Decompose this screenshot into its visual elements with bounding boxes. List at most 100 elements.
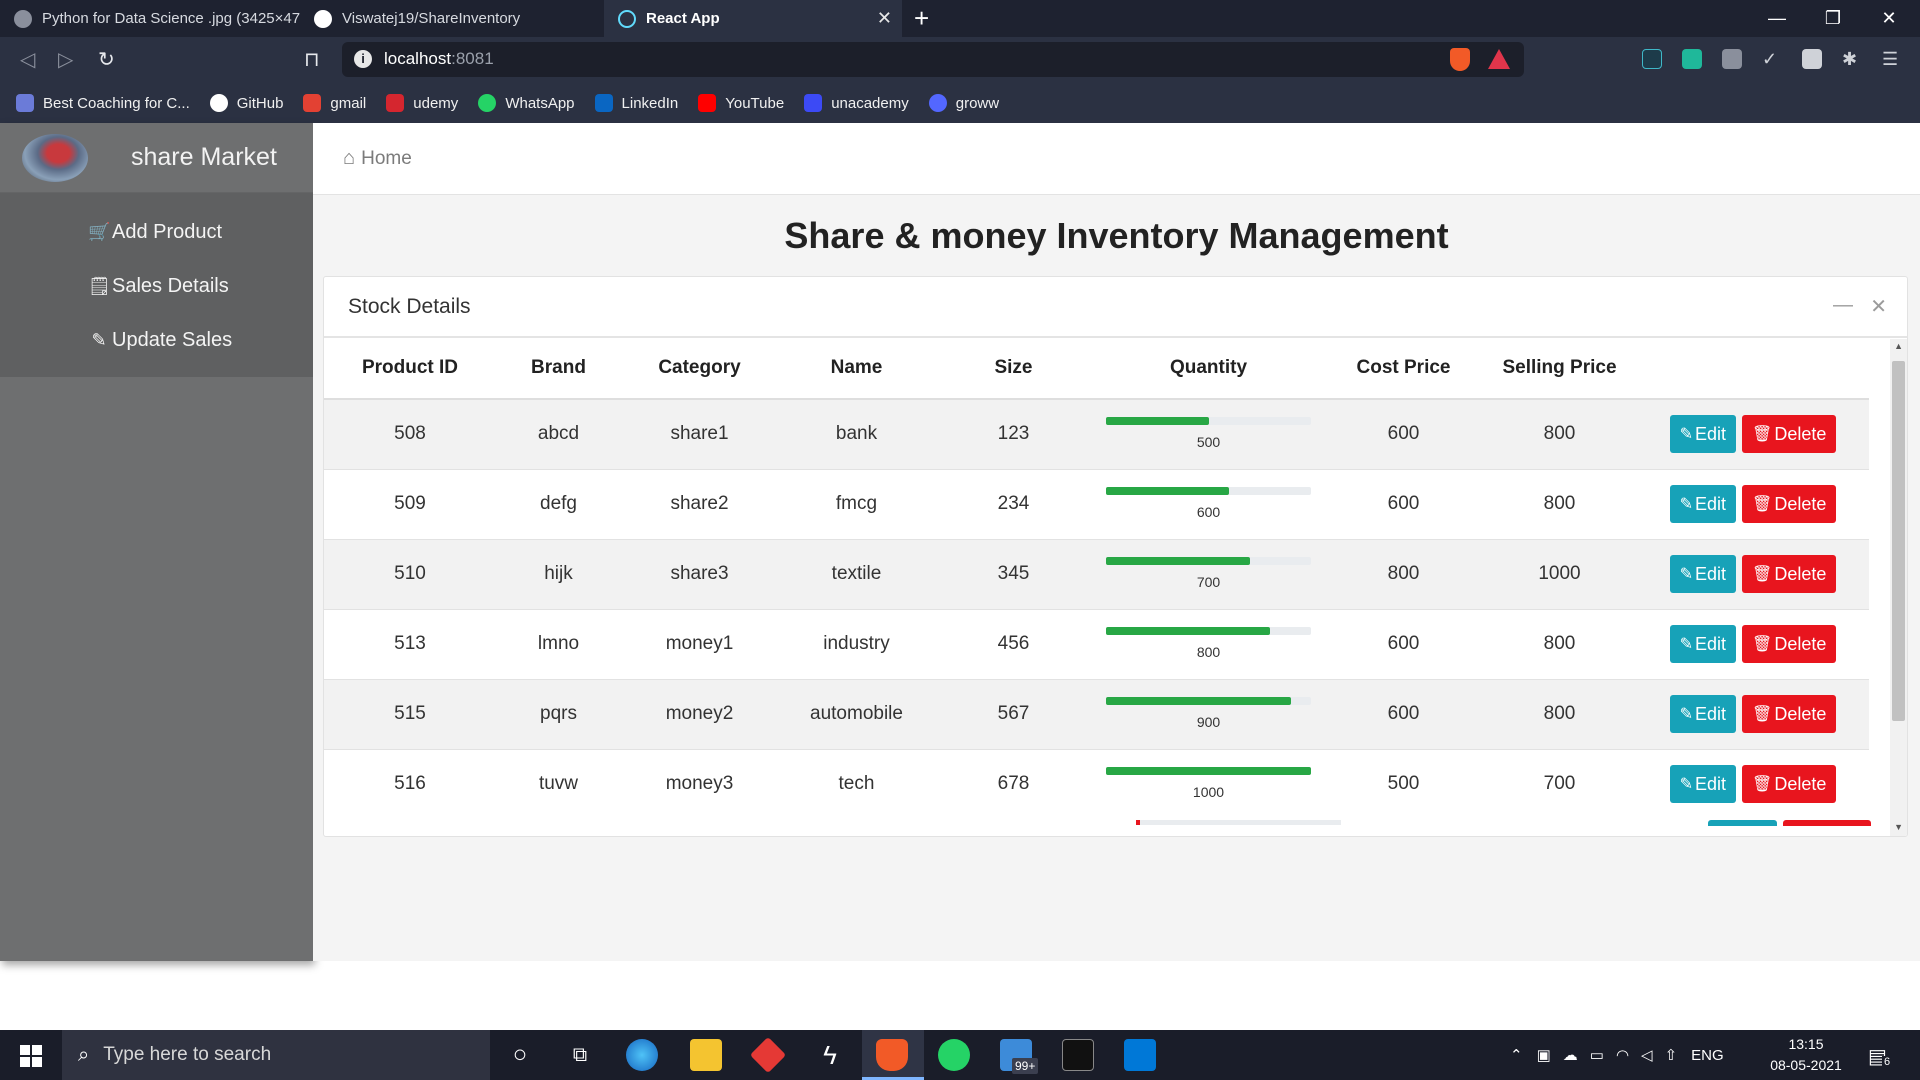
edit-button[interactable]: ✎ Edit: [1669, 765, 1737, 804]
cell-cost: 600: [1325, 468, 1482, 539]
linkedin-extension-icon[interactable]: [1802, 49, 1822, 69]
bookmark-gmail[interactable]: gmail: [303, 94, 366, 112]
puzzle-icon[interactable]: ✱: [1842, 49, 1862, 69]
close-icon[interactable]: ✕: [1870, 294, 1887, 319]
sidebar-item-sales-details[interactable]: 🗒 Sales Details: [0, 259, 313, 313]
vscode-icon[interactable]: [1124, 1039, 1156, 1071]
windows-start-icon[interactable]: [20, 1045, 42, 1067]
cell-name: textile: [778, 538, 935, 609]
volume-icon[interactable]: ◁: [1641, 1046, 1653, 1064]
delete-button[interactable]: 🗑 Delete: [1742, 695, 1837, 733]
home-link[interactable]: ⌂ Home: [343, 147, 412, 170]
cell-id: 516: [324, 748, 496, 819]
bookmark-coaching[interactable]: Best Coaching for C...: [16, 94, 190, 112]
git-icon[interactable]: [749, 1036, 787, 1074]
bookmark-icon[interactable]: ⊓: [304, 47, 320, 72]
edit-button[interactable]: [1708, 820, 1777, 826]
brave-shields-icon[interactable]: [1450, 48, 1470, 71]
upload-icon[interactable]: ⇧: [1665, 1046, 1678, 1064]
meet-now-icon[interactable]: ▣: [1537, 1046, 1551, 1064]
bookmark-udemy[interactable]: udemy: [386, 94, 458, 112]
site-info-icon[interactable]: i: [354, 50, 372, 68]
cell-cost: 600: [1325, 608, 1482, 679]
cell-size: 345: [935, 538, 1092, 609]
edit-button[interactable]: ✎ Edit: [1669, 625, 1737, 663]
quantity-bar: [1106, 416, 1311, 425]
cell-size: 678: [935, 748, 1092, 819]
reload-icon[interactable]: ↻: [98, 47, 115, 72]
file-explorer-icon[interactable]: [690, 1039, 722, 1071]
delete-button[interactable]: 🗑 Delete: [1742, 415, 1837, 454]
browser-tab-github[interactable]: Viswatej19/ShareInventory: [300, 0, 604, 37]
terminal-icon[interactable]: [1062, 1039, 1094, 1071]
delete-button[interactable]: [1783, 820, 1871, 826]
bookmark-linkedin[interactable]: LinkedIn: [594, 94, 678, 112]
close-window-button[interactable]: ✕: [1864, 0, 1914, 37]
quantity-bar-fill: [1106, 696, 1291, 705]
language-indicator[interactable]: ENG: [1691, 1047, 1724, 1064]
bookmark-youtube[interactable]: YouTube: [698, 94, 784, 112]
sidebar-item-label: Update Sales: [112, 328, 233, 351]
task-view-icon[interactable]: ⧉: [564, 1039, 596, 1071]
extension-n-icon[interactable]: [1642, 49, 1662, 69]
cell-selling: 1000: [1482, 538, 1637, 609]
edit-button[interactable]: ✎ Edit: [1669, 415, 1737, 454]
forward-icon[interactable]: ▷: [58, 47, 73, 72]
extension-clipboard-icon[interactable]: [1722, 49, 1742, 69]
check-extension-icon[interactable]: ✓: [1762, 49, 1782, 69]
delete-label: Delete: [1774, 633, 1827, 654]
browser-tab-react-app[interactable]: React App ✕: [604, 0, 902, 37]
cell-id: 509: [324, 468, 496, 539]
linkedin-icon: [594, 94, 613, 112]
sidebar-item-add-product[interactable]: 🛒 Add Product: [0, 205, 313, 259]
brave-browser-icon[interactable]: [876, 1039, 908, 1071]
menu-icon[interactable]: ☰: [1882, 49, 1902, 69]
brave-rewards-icon[interactable]: [1488, 49, 1510, 69]
whatsapp-icon[interactable]: [938, 1039, 970, 1071]
wifi-icon[interactable]: ◠: [1616, 1046, 1629, 1064]
bookmark-whatsapp[interactable]: WhatsApp: [478, 94, 575, 112]
delete-button[interactable]: 🗑 Delete: [1742, 485, 1837, 523]
delete-label: Delete: [1774, 773, 1827, 794]
close-tab-icon[interactable]: ✕: [877, 8, 892, 29]
quantity-bar: [1136, 820, 1341, 825]
new-tab-button[interactable]: +: [914, 4, 929, 32]
scroll-down-icon[interactable]: ▼: [1894, 822, 1903, 832]
taskbar-search-box[interactable]: ⌕ Type here to search: [62, 1030, 490, 1080]
taskbar-clock[interactable]: 13:15 08-05-2021: [1760, 1034, 1852, 1076]
cortana-icon[interactable]: ○: [504, 1039, 536, 1071]
restore-window-button[interactable]: ❐: [1808, 0, 1858, 37]
top-navbar: ⌂ Home: [313, 123, 1920, 195]
cell-selling: 800: [1482, 398, 1637, 469]
quantity-bar-fill: [1106, 486, 1229, 495]
bookmark-github[interactable]: GitHub: [209, 94, 283, 112]
browser-tab-image[interactable]: Python for Data Science .jpg (3425×47: [0, 0, 300, 37]
battery-icon[interactable]: ▭: [1590, 1046, 1604, 1064]
edit-button[interactable]: ✎ Edit: [1669, 485, 1737, 523]
edit-button[interactable]: ✎ Edit: [1669, 695, 1737, 733]
udemy-icon: [386, 94, 405, 112]
scrollbar-thumb[interactable]: [1892, 361, 1905, 721]
bookmark-groww[interactable]: groww: [928, 94, 999, 112]
delete-button[interactable]: 🗑 Delete: [1742, 625, 1837, 663]
onedrive-icon[interactable]: ☁: [1563, 1046, 1578, 1064]
coaching-icon: [16, 94, 34, 112]
chevron-up-icon[interactable]: ⌃: [1510, 1046, 1523, 1064]
lightning-app-icon[interactable]: ϟ: [814, 1039, 846, 1071]
collapse-icon[interactable]: —: [1833, 294, 1853, 317]
scroll-up-icon[interactable]: ▲: [1894, 341, 1903, 351]
address-bar[interactable]: i localhost:8081: [342, 42, 1524, 77]
trash-icon: 🗑: [1752, 636, 1773, 653]
bookmark-unacademy[interactable]: unacademy: [804, 94, 909, 112]
extension-green-icon[interactable]: [1682, 49, 1702, 69]
edge-icon[interactable]: [626, 1039, 658, 1071]
sidebar-item-update-sales[interactable]: ✎ Update Sales: [0, 313, 313, 367]
quantity-bar-fill: [1106, 766, 1311, 775]
cell-selling: 800: [1482, 608, 1637, 679]
delete-button[interactable]: 🗑 Delete: [1742, 765, 1837, 804]
delete-button[interactable]: 🗑 Delete: [1742, 555, 1837, 593]
minimize-window-button[interactable]: —: [1752, 0, 1802, 37]
back-icon[interactable]: ◁: [20, 47, 35, 72]
notification-count: 6: [1882, 1056, 1893, 1068]
edit-button[interactable]: ✎ Edit: [1669, 555, 1737, 593]
